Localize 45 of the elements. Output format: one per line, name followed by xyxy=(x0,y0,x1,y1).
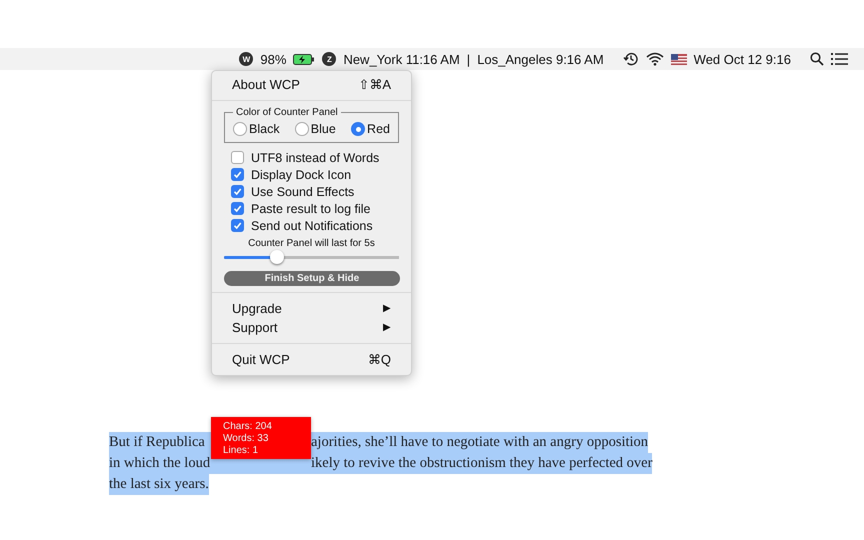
slider-thumb[interactable] xyxy=(270,250,284,264)
submenu-item[interactable]: Upgrade ▶ xyxy=(212,299,411,318)
radio-icon[interactable] xyxy=(294,122,309,136)
clock-icon[interactable] xyxy=(622,51,639,67)
checkbox[interactable] xyxy=(231,202,244,215)
list-icon[interactable] xyxy=(831,53,848,65)
radio-option[interactable]: Black xyxy=(233,122,280,136)
checkbox[interactable] xyxy=(231,151,244,164)
checkbox[interactable] xyxy=(231,185,244,198)
menu-item[interactable]: Quit WCP ⌘Q xyxy=(212,350,411,369)
battery-icon[interactable] xyxy=(293,54,316,64)
count-text: Lines: 1 xyxy=(223,445,260,457)
app-badge-icon[interactable]: W xyxy=(239,52,254,66)
selected-text: ikely to revive the obstructionism they have perfected over xyxy=(311,453,652,474)
wifi-icon[interactable] xyxy=(646,52,664,66)
selected-text: the last six years. xyxy=(109,474,209,495)
radio-icon[interactable] xyxy=(233,122,247,136)
menu-bar-text[interactable]: 98% xyxy=(260,52,286,66)
menu-bar-text[interactable]: Los_Angeles 9:16 AM xyxy=(477,52,604,66)
finish-button[interactable]: Finish Setup & Hide xyxy=(224,271,400,286)
menu-bar-text[interactable]: New_York 11:16 AM xyxy=(343,52,460,66)
flag-icon[interactable] xyxy=(670,54,687,64)
checkbox-option[interactable]: Send out Notifications xyxy=(212,217,411,234)
count-text: Words: 33 xyxy=(223,433,270,445)
menu-bar-text[interactable]: | xyxy=(466,52,470,66)
checkbox-option[interactable]: UTF8 instead of Words xyxy=(212,149,411,166)
checkbox-option[interactable]: Display Dock Icon xyxy=(212,166,411,183)
search-icon[interactable] xyxy=(810,52,824,66)
radio-option[interactable]: Blue xyxy=(294,122,336,136)
submenu-item[interactable]: Support ▶ xyxy=(212,318,411,337)
checkbox[interactable] xyxy=(231,219,244,232)
radio-option[interactable]: Red xyxy=(351,122,390,136)
count-text: Chars: 204 xyxy=(223,421,273,433)
selected-text: But if Republica xyxy=(109,432,211,453)
radio-icon[interactable] xyxy=(351,122,366,136)
selected-text: ajorities, she’ll have to negotiate with an angry opposition xyxy=(311,432,648,453)
app-badge-icon[interactable]: Z xyxy=(322,52,336,66)
slider-label: Counter Panel will last for 5s xyxy=(247,238,376,249)
checkbox[interactable] xyxy=(231,168,244,181)
group-title: Color of Counter Panel xyxy=(235,107,339,118)
menu-bar-text[interactable]: Wed Oct 12 9:16 xyxy=(694,52,791,66)
checkbox-option[interactable]: Use Sound Effects xyxy=(212,183,411,200)
menu-item[interactable]: About WCP ⇧⌘A xyxy=(212,75,411,94)
checkbox-option[interactable]: Paste result to log file xyxy=(212,200,411,217)
selected-text: in which the loud xyxy=(109,453,211,474)
